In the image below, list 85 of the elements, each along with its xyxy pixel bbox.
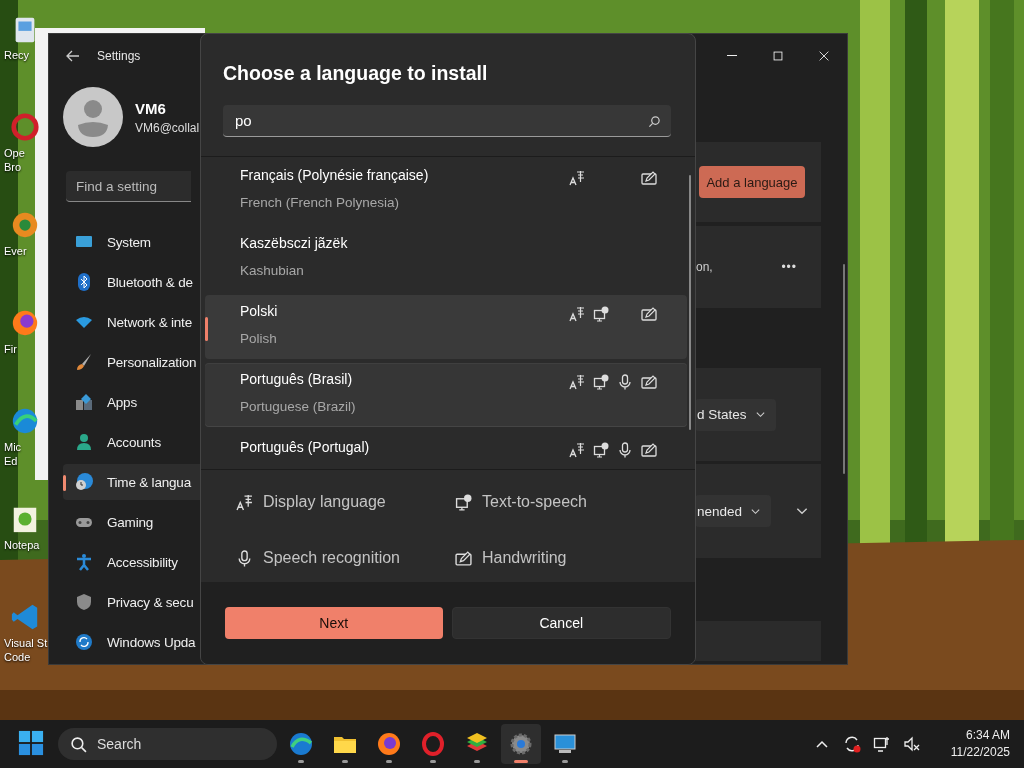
search-field[interactable]: Search <box>58 728 277 760</box>
scrollbar[interactable] <box>843 264 845 474</box>
nav-item[interactable]: Accounts <box>63 424 201 460</box>
more-options-button[interactable]: ••• <box>781 260 797 274</box>
nav-item[interactable]: Bluetooth & de <box>63 264 201 300</box>
start-button[interactable] <box>18 730 46 758</box>
search-field[interactable]: po <box>223 105 671 137</box>
sync-icon[interactable] <box>842 735 861 753</box>
clock-date[interactable]: 11/22/2025 <box>950 744 1010 761</box>
language-name: Português (Brasil) <box>240 371 354 387</box>
icon-label: Notepa <box>4 538 40 552</box>
language-name: Kaszëbsczi jãzëk <box>240 235 348 251</box>
next-button[interactable]: Next <box>225 607 443 639</box>
avatar-icon <box>63 87 123 147</box>
language-english-name: Polish <box>240 331 278 346</box>
apps-icon <box>75 393 93 411</box>
search-icon <box>70 735 87 753</box>
brush-icon <box>75 353 93 371</box>
nav-item[interactable]: Network & inte <box>63 304 201 340</box>
list-item[interactable]: Kaszëbsczi jãzëk Kashubian <box>205 227 687 291</box>
shield-icon <box>75 593 93 611</box>
user-name: VM6 <box>135 99 167 117</box>
user-email: VM6@collal <box>135 120 200 135</box>
nav-item[interactable]: Personalization <box>63 344 201 380</box>
bluetooth-icon <box>75 273 93 291</box>
legend-label: Display language <box>263 493 386 511</box>
legend-label: Text-to-speech <box>482 493 587 511</box>
monitor-speech-icon <box>455 493 472 511</box>
language-name: Português (Portugal) <box>240 439 370 455</box>
search-field[interactable]: Find a setting <box>66 171 191 202</box>
nav-item[interactable]: System <box>63 224 201 260</box>
dialog-title: Choose a language to install <box>223 62 489 85</box>
icon-label: Visual St Code <box>4 636 48 664</box>
list-item[interactable]: Português (Brasil) Portuguese (Brazil) <box>205 363 687 427</box>
icon-label: Fir <box>4 342 17 356</box>
monitor-icon <box>553 732 577 756</box>
gear-icon <box>509 732 533 756</box>
scrollbar[interactable] <box>689 175 691 430</box>
cancel-button[interactable]: Cancel <box>451 607 671 639</box>
person-icon <box>75 433 93 451</box>
legend-label: Speech recognition <box>263 549 400 567</box>
nav-item[interactable]: Windows Upda <box>63 624 201 660</box>
maximize-icon <box>771 48 785 63</box>
card-text: on, <box>696 260 713 274</box>
minimize-icon <box>727 55 737 56</box>
chevron-down-icon <box>754 409 766 420</box>
language-english-name: French (French Polynesia) <box>240 195 401 210</box>
language-name: Polski <box>240 303 278 319</box>
list-item[interactable]: Português (Portugal) <box>205 431 687 469</box>
swirl-icon <box>289 732 313 756</box>
nav-item[interactable]: Gaming <box>63 504 201 540</box>
legend-label: Handwriting <box>482 549 567 567</box>
list-item[interactable]: Polski Polish <box>205 295 687 359</box>
refresh-icon <box>75 633 93 651</box>
ring-icon <box>421 732 445 756</box>
clock-icon <box>75 473 93 491</box>
microphone-icon <box>236 549 253 567</box>
swirl-icon[interactable] <box>10 406 40 436</box>
network-icon[interactable] <box>872 735 891 753</box>
format-dropdown[interactable]: nended <box>695 495 772 527</box>
nav-item[interactable]: Time & langua <box>63 464 201 500</box>
list-item[interactable]: Français (Polynésie française) French (French Polynesia) <box>205 159 687 223</box>
flame-icon <box>377 732 401 756</box>
ring-icon[interactable] <box>10 112 40 142</box>
pen-icon <box>455 549 472 567</box>
app-icon[interactable] <box>10 210 40 240</box>
region-dropdown[interactable]: d States <box>695 398 776 431</box>
search-icon <box>648 115 661 128</box>
nav-item[interactable]: Privacy & secu <box>63 584 201 620</box>
clock-time[interactable]: 6:34 AM <box>965 727 1010 744</box>
language-name: Français (Polynésie française) <box>240 167 429 183</box>
icon-label: Mic Ed <box>4 440 22 468</box>
accessibility-icon <box>75 553 93 571</box>
icon-label: Recy <box>4 48 30 62</box>
nav-item[interactable]: Apps <box>63 384 201 420</box>
language-english-name: Kashubian <box>240 263 305 278</box>
add-language-button[interactable]: Add a language <box>699 166 805 198</box>
flame-icon[interactable] <box>10 308 40 338</box>
nav-item[interactable]: Accessibility <box>63 544 201 580</box>
language-english-name: Portuguese (Brazil) <box>240 399 356 414</box>
window-title: Settings <box>97 48 141 63</box>
language-icon <box>236 493 253 511</box>
volume-muted-icon[interactable] <box>902 735 921 753</box>
icon-label: Ever <box>4 244 27 258</box>
icon-label: Ope Bro <box>4 146 25 174</box>
